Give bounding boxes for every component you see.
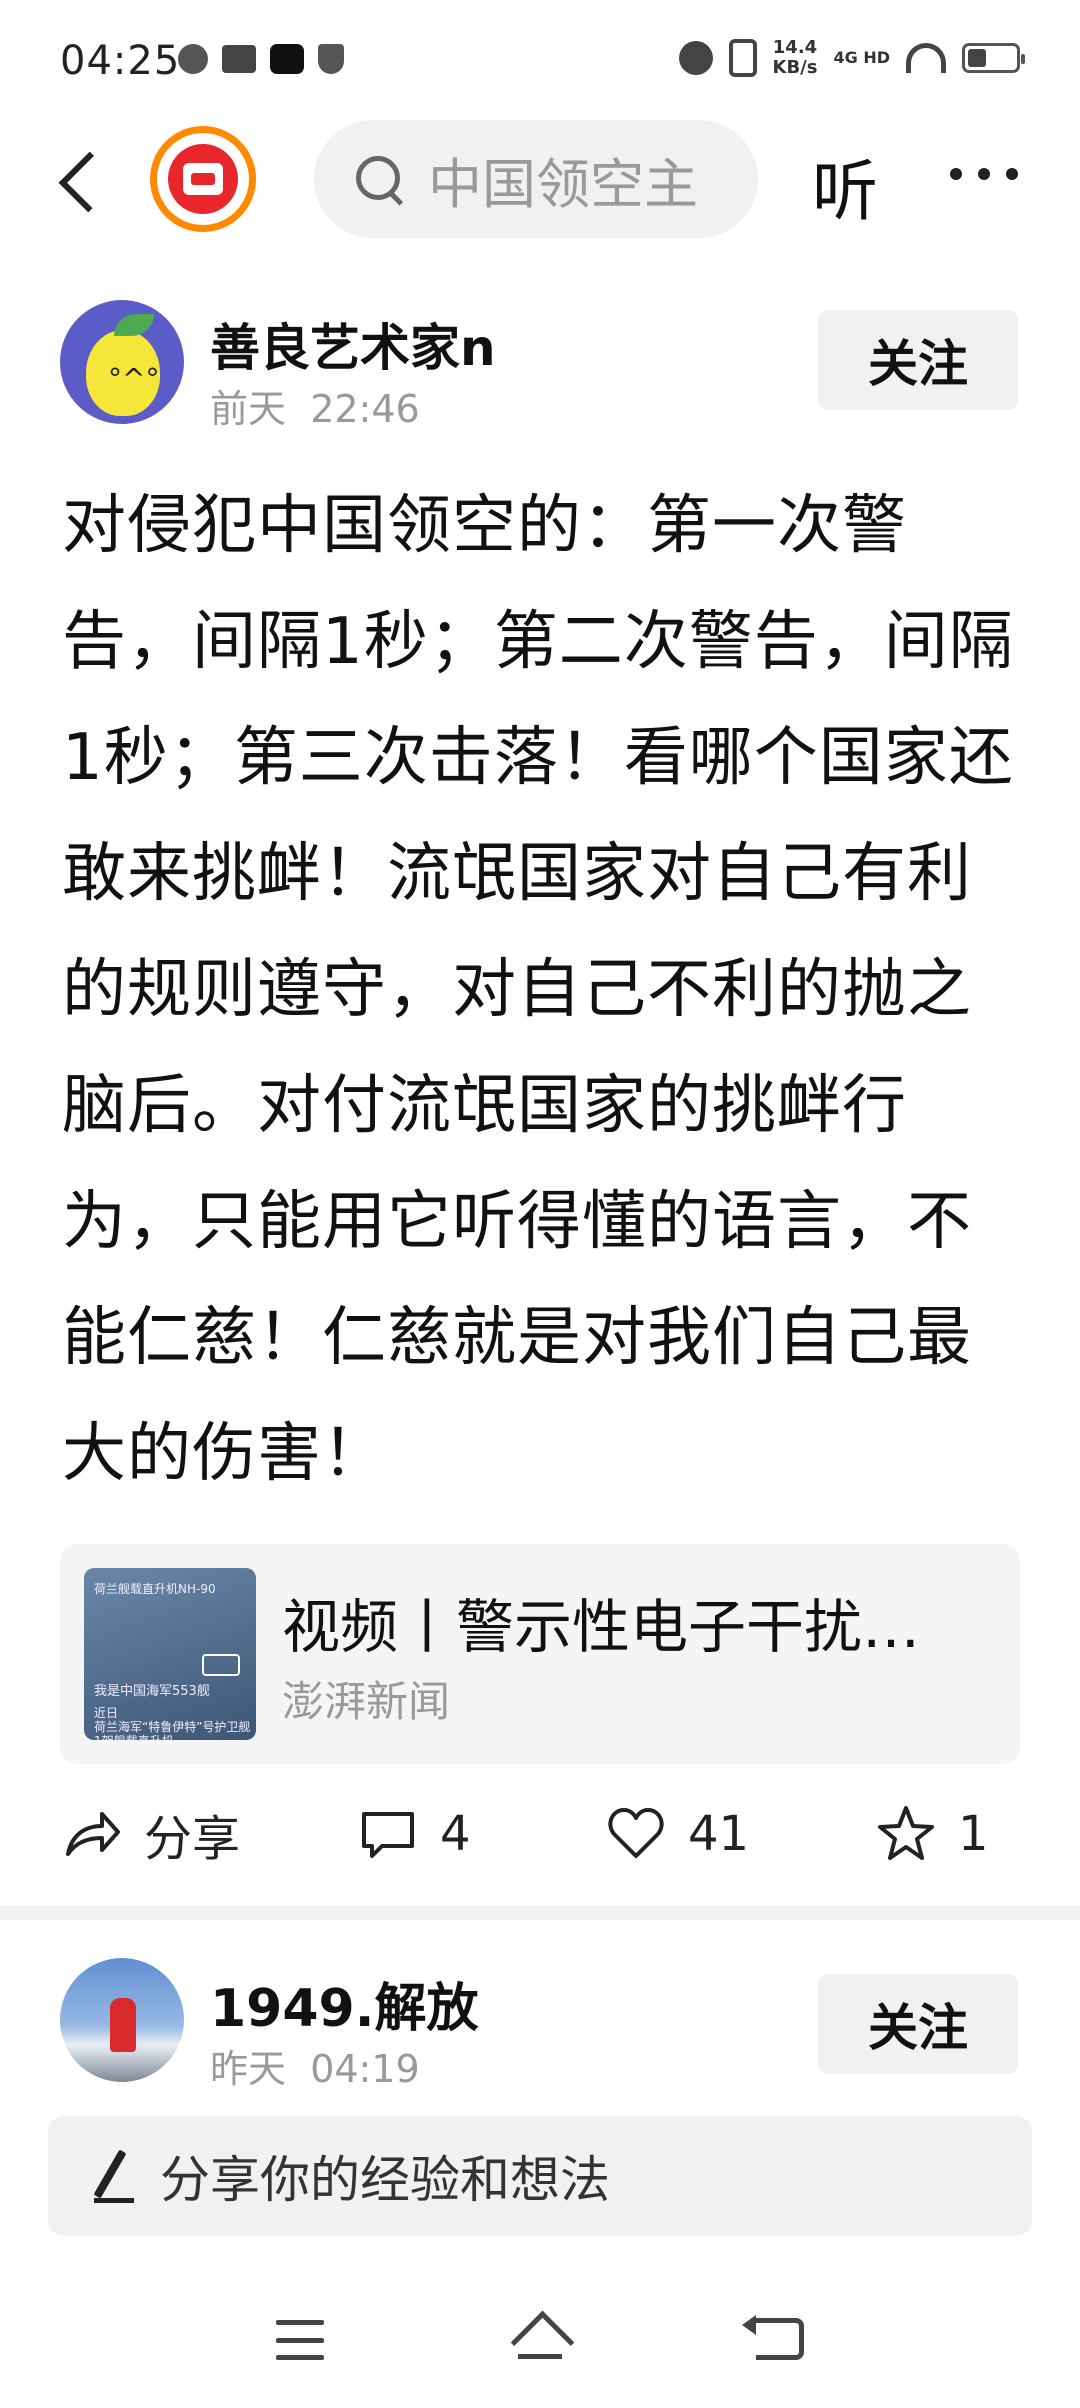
link-title: 视频丨警示性电子干扰… (282, 1593, 921, 1661)
alarm-icon (678, 41, 713, 75)
top-nav: 中国领空主 听 (0, 120, 1080, 240)
listen-button[interactable]: 听 (812, 138, 878, 234)
username[interactable]: 善良艺术家n (210, 308, 496, 380)
news-app-icon (222, 45, 256, 73)
username[interactable]: 1949.解放 (210, 1966, 478, 2041)
battery-icon (962, 43, 1025, 73)
more-icon[interactable] (950, 168, 1018, 180)
status-right: 14.4 KB/s 4G HD (678, 37, 1025, 78)
shield-icon (318, 44, 344, 74)
link-card[interactable]: 荷兰舰载直升机NH-90 我是中国海军553舰 近日 荷兰海军“特鲁伊特”号护卫… (60, 1544, 1020, 1764)
avatar[interactable] (60, 1958, 184, 2082)
comment-button[interactable]: 4 (358, 1784, 471, 1884)
post-2: 1949.解放 昨天 04:19 关注 (0, 1950, 1080, 2100)
back-icon[interactable] (742, 2315, 804, 2360)
pen-icon (88, 2148, 134, 2204)
search-icon (354, 154, 404, 204)
action-row: 分享 4 41 1 (0, 1784, 1080, 1884)
notification-icons (178, 44, 344, 74)
status-time: 04:25 (60, 38, 181, 84)
heart-icon (608, 1808, 664, 1858)
post-body: 对侵犯中国领空的：第一次警告，间隔1秒；第二次警告，间隔1秒；第三次击落！看哪个… (62, 489, 1014, 1491)
wifi-icon (906, 43, 946, 73)
vibrate-icon (728, 39, 757, 77)
post-time: 昨天 04:19 (210, 2047, 420, 2091)
menu-icon[interactable] (276, 2320, 324, 2360)
star-icon (878, 1806, 934, 1860)
search-text: 中国领空主 (428, 152, 698, 216)
video-thumbnail[interactable]: 荷兰舰载直升机NH-90 我是中国海军553舰 近日 荷兰海军“特鲁伊特”号护卫… (84, 1568, 256, 1740)
like-button[interactable]: 41 (606, 1784, 749, 1884)
status-bar: 04:25 14.4 KB/s 4G HD (0, 0, 1080, 120)
link-source: 澎湃新闻 (282, 1677, 451, 1726)
post-time: 前天 22:46 (210, 387, 420, 431)
network-type: 4G HD (833, 48, 890, 67)
tiktok-icon (270, 44, 304, 74)
avatar[interactable]: °^° (60, 300, 184, 424)
favorite-button[interactable]: 1 (876, 1784, 989, 1884)
back-chevron-icon (58, 151, 120, 213)
comment-icon (362, 1812, 414, 1858)
section-divider (0, 1906, 1080, 1920)
share-icon (66, 1812, 120, 1856)
composer-placeholder: 分享你的经验和想法 (160, 2151, 610, 2209)
follow-button[interactable]: 关注 (818, 310, 1018, 410)
app-logo-icon[interactable] (150, 126, 256, 232)
wechat-icon (178, 44, 208, 74)
home-icon[interactable] (512, 2316, 568, 2364)
network-speed: 14.4 KB/s (772, 37, 818, 78)
back-button[interactable] (50, 142, 120, 222)
search-input[interactable]: 中国领空主 (314, 120, 758, 238)
system-nav-bar (0, 2296, 1080, 2408)
comment-composer[interactable]: 分享你的经验和想法 (48, 2116, 1032, 2236)
video-badge-icon (202, 1654, 240, 1676)
share-button[interactable]: 分享 (62, 1784, 240, 1884)
follow-button[interactable]: 关注 (818, 1974, 1018, 2074)
